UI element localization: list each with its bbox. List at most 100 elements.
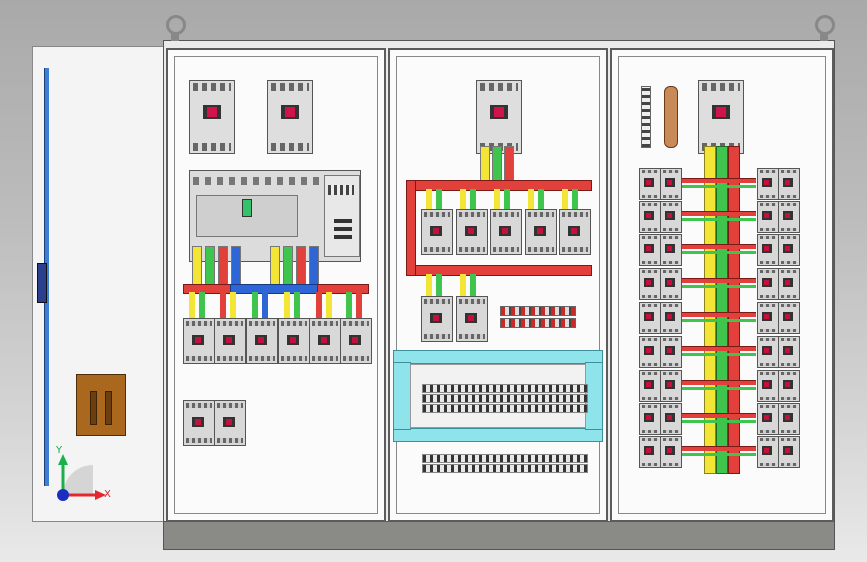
feeder-link <box>682 251 756 254</box>
feeder-breaker <box>778 370 800 402</box>
feeder-link <box>682 353 756 356</box>
busbar <box>406 265 592 276</box>
feeder-link <box>682 346 756 351</box>
busbar-icon <box>664 86 678 148</box>
cable-duct <box>393 362 411 430</box>
feeder-breaker <box>757 302 779 334</box>
busbar <box>406 180 416 276</box>
cabinet-plinth <box>163 521 835 550</box>
feeder-breaker <box>757 268 779 300</box>
feeder-breaker <box>660 234 682 266</box>
document-pocket <box>76 374 126 436</box>
feeder-breaker <box>639 403 661 435</box>
feeder-breaker <box>757 336 779 368</box>
terminal-rail <box>422 404 588 413</box>
feeder-link <box>682 420 756 423</box>
feeder-breaker <box>757 436 779 468</box>
feeder-breaker <box>757 403 779 435</box>
feeder-breaker <box>660 403 682 435</box>
feeder-breaker <box>778 302 800 334</box>
feeder-breaker <box>309 318 341 364</box>
feeder-link <box>682 446 756 451</box>
terminal-rail <box>422 384 588 393</box>
feeder-link <box>682 319 756 322</box>
feeder-breaker <box>421 209 453 255</box>
feeder-breaker <box>778 168 800 200</box>
feeder-breaker <box>639 234 661 266</box>
feeder-breaker <box>639 336 661 368</box>
feeder-link <box>682 387 756 390</box>
feeder-breaker <box>246 318 278 364</box>
feeder-breaker <box>639 302 661 334</box>
feeder-breaker <box>660 336 682 368</box>
feeder-breaker <box>490 209 522 255</box>
lifting-eye-base <box>820 33 828 41</box>
lifting-eye-base <box>171 33 179 41</box>
terminal-rail <box>422 454 588 463</box>
feeder-link <box>682 218 756 221</box>
cable-duct <box>393 428 603 442</box>
feeder-breaker <box>278 318 310 364</box>
terminal-block <box>500 318 576 328</box>
feeder-breaker <box>183 400 215 446</box>
phase-busbar <box>716 146 728 474</box>
door-handle[interactable] <box>37 263 47 303</box>
feeder-breaker <box>660 201 682 233</box>
main-breaker <box>698 80 744 154</box>
feeder-link <box>682 211 756 216</box>
cable-duct <box>393 350 603 364</box>
lifting-eye-icon <box>815 15 835 35</box>
feeder-link <box>682 285 756 288</box>
feeder-breaker <box>778 201 800 233</box>
feeder-breaker <box>639 168 661 200</box>
feeder-breaker <box>456 209 488 255</box>
feeder-breaker <box>660 168 682 200</box>
feeder-breaker <box>456 296 488 342</box>
axis-triad-icon: Y X <box>55 445 111 501</box>
axis-y-label: Y <box>55 445 63 456</box>
axis-x-label: X <box>104 489 111 500</box>
main-breaker <box>267 80 313 154</box>
terminal-rail <box>422 464 588 473</box>
feeder-breaker <box>214 400 246 446</box>
feeder-breaker <box>660 436 682 468</box>
feeder-breaker <box>757 370 779 402</box>
feeder-breaker <box>757 201 779 233</box>
feeder-breaker <box>639 370 661 402</box>
terminal-rail <box>422 394 588 403</box>
feeder-breaker <box>639 436 661 468</box>
feeder-breaker <box>183 318 215 364</box>
feeder-breaker <box>778 436 800 468</box>
busbar <box>230 284 318 294</box>
feeder-breaker <box>778 234 800 266</box>
feeder-link <box>682 453 756 456</box>
feeder-breaker <box>778 403 800 435</box>
phase-busbar <box>728 146 740 474</box>
feeder-breaker <box>639 201 661 233</box>
feeder-breaker <box>757 168 779 200</box>
feeder-breaker <box>214 318 246 364</box>
feeder-breaker <box>421 296 453 342</box>
main-breaker <box>476 80 522 154</box>
feeder-link <box>682 185 756 188</box>
feeder-breaker <box>660 302 682 334</box>
feeder-link <box>682 244 756 249</box>
feeder-link <box>682 312 756 317</box>
feeder-breaker <box>757 234 779 266</box>
lifting-eye-icon <box>166 15 186 35</box>
feeder-breaker <box>778 336 800 368</box>
feeder-breaker <box>778 268 800 300</box>
feeder-link <box>682 178 756 183</box>
feeder-link <box>682 380 756 385</box>
feeder-breaker <box>660 268 682 300</box>
feeder-breaker <box>639 268 661 300</box>
terminal-strip <box>641 86 651 148</box>
pocket-slot <box>105 391 112 425</box>
feeder-link <box>682 278 756 283</box>
feeder-breaker <box>525 209 557 255</box>
feeder-breaker <box>559 209 591 255</box>
terminal-block <box>500 306 576 316</box>
phase-busbar <box>704 146 716 474</box>
feeder-link <box>682 413 756 418</box>
feeder-breaker <box>660 370 682 402</box>
